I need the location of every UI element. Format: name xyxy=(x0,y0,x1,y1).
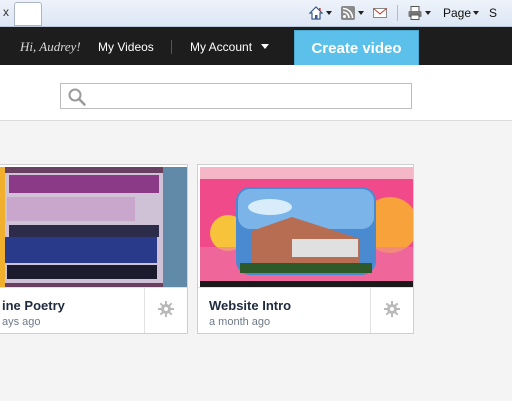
nav-divider xyxy=(171,40,172,54)
chevron-down-icon[interactable] xyxy=(326,11,332,15)
chevron-down-icon xyxy=(473,11,480,15)
video-title[interactable]: Website Intro xyxy=(209,298,291,313)
video-thumbnail[interactable] xyxy=(200,167,413,287)
chevron-down-icon[interactable] xyxy=(425,11,431,15)
search-icon xyxy=(67,87,87,112)
search-input[interactable] xyxy=(89,86,411,108)
create-video-button[interactable]: Create video xyxy=(294,30,419,68)
user-greeting: Hi, Audrey! xyxy=(20,39,81,54)
video-title[interactable]: ine Poetry xyxy=(2,298,65,313)
video-date: ays ago xyxy=(2,316,41,328)
tab-close-button[interactable]: x xyxy=(0,4,12,20)
print-icon xyxy=(407,5,423,21)
safety-menu-label: S xyxy=(489,6,498,20)
read-mail-button[interactable] xyxy=(372,5,388,21)
print-button[interactable] xyxy=(407,5,436,21)
page-menu[interactable]: Page xyxy=(439,6,484,20)
new-tab-button[interactable] xyxy=(14,2,42,26)
chevron-down-icon[interactable] xyxy=(358,11,364,15)
video-settings-button[interactable] xyxy=(144,288,187,333)
safety-menu[interactable]: S xyxy=(487,6,497,20)
site-nav: Hi, Audrey! My Videos My Account xyxy=(0,27,512,65)
read-mail-icon xyxy=(372,5,388,21)
browser-toolbar: x Page S xyxy=(0,0,512,27)
video-card-footer: Website Intro a month ago xyxy=(198,287,413,333)
video-thumbnail[interactable] xyxy=(0,167,187,287)
chevron-down-icon xyxy=(261,44,270,49)
video-card-footer: ine Poetry ays ago xyxy=(0,287,187,333)
nav-my-videos[interactable]: My Videos xyxy=(98,40,154,54)
video-date: a month ago xyxy=(209,316,271,328)
gear-icon xyxy=(158,301,174,322)
my-account-label: My Account xyxy=(190,40,253,54)
video-card[interactable]: ine Poetry ays ago xyxy=(0,164,188,334)
video-card[interactable]: Website Intro a month ago xyxy=(197,164,414,334)
gear-icon xyxy=(384,301,400,322)
home-button[interactable] xyxy=(308,5,337,21)
command-bar: Page S xyxy=(308,4,497,22)
home-icon xyxy=(308,5,324,21)
feeds-button[interactable] xyxy=(340,5,369,21)
rss-feed-icon xyxy=(340,5,356,21)
page-menu-label: Page xyxy=(443,6,472,20)
search-section xyxy=(0,65,512,121)
toolbar-separator xyxy=(397,5,398,21)
search-box[interactable] xyxy=(60,83,412,109)
video-settings-button[interactable] xyxy=(370,288,413,333)
nav-my-account[interactable]: My Account xyxy=(190,40,270,54)
